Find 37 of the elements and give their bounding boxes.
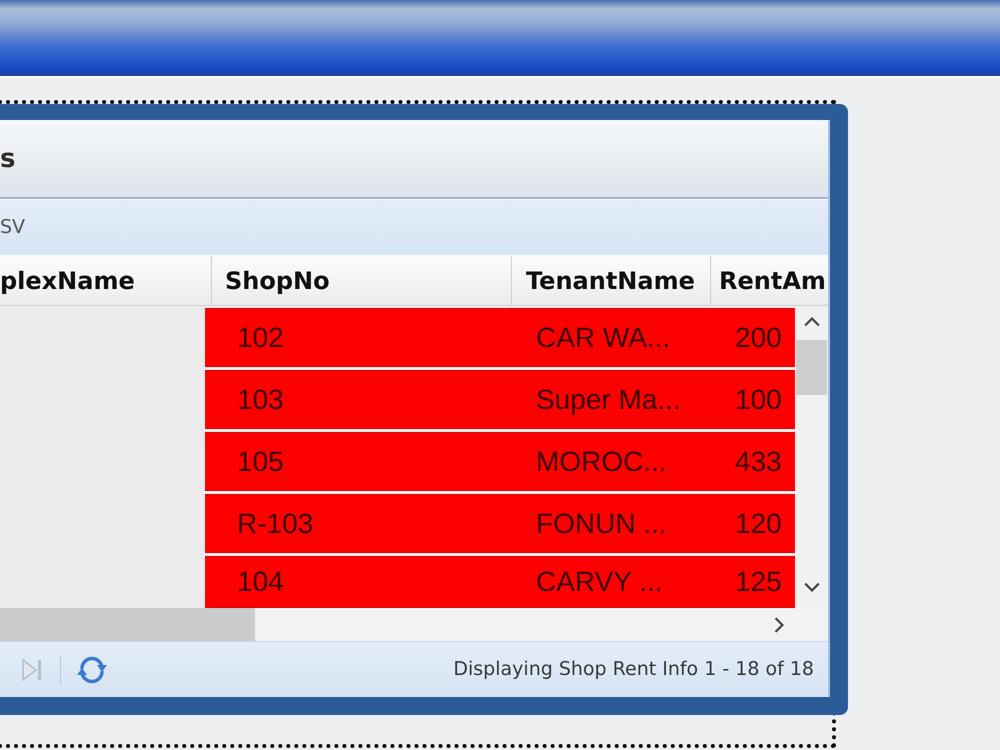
- table-cell-text: CARVY ...: [535, 565, 664, 599]
- column-header[interactable]: ShopNo: [212, 256, 512, 305]
- refresh-button[interactable]: [77, 656, 107, 684]
- table-cell-text: 433: [734, 444, 783, 478]
- column-header[interactable]: TenantName: [512, 256, 711, 305]
- column-header[interactable]: plexName: [0, 256, 212, 305]
- table-cell-text: 105: [236, 444, 285, 478]
- chevron-up-icon[interactable]: [804, 317, 820, 327]
- table-cell-text: 125: [734, 565, 783, 599]
- column-header[interactable]: RentAm: [711, 256, 828, 305]
- panel-title: s: [0, 146, 16, 172]
- table-cell-text: 200: [734, 320, 783, 354]
- last-page-icon: [22, 658, 42, 680]
- table-row[interactable]: 102 CAR WA... 200: [205, 308, 795, 367]
- table-row[interactable]: 103 Super Ma... 100: [205, 370, 795, 429]
- table-cell-text: MOROC...: [535, 444, 668, 478]
- table-cell-text: 100: [734, 382, 783, 416]
- table-cell-text: Super Ma...: [535, 382, 682, 417]
- scrollbar-thumb[interactable]: [796, 340, 827, 395]
- table-cell-text: 104: [236, 565, 285, 599]
- table-row[interactable]: R-103 FONUN ... 120: [205, 494, 795, 553]
- scrollbar-thumb[interactable]: [0, 608, 255, 641]
- vertical-scrollbar[interactable]: [795, 306, 828, 608]
- paging-status: Displaying Shop Rent Info 1 - 18 of 18: [453, 657, 815, 682]
- table-cell-text: 103: [236, 382, 285, 416]
- table-cell-text: 102: [236, 320, 285, 354]
- table-cell-text: CAR WA...: [535, 320, 672, 354]
- toolbar-button[interactable]: SV: [0, 218, 26, 237]
- table-cell-text: R-103: [236, 506, 314, 540]
- table-cell-text: FONUN ...: [535, 506, 668, 540]
- table-cell-text: 120: [734, 506, 783, 540]
- table-row[interactable]: 104 CARVY ... 125: [205, 556, 795, 608]
- table-row[interactable]: 105 MOROC... 433: [205, 432, 795, 491]
- chevron-down-icon[interactable]: [804, 582, 820, 592]
- refresh-icon: [77, 656, 107, 684]
- horizontal-scrollbar[interactable]: [0, 608, 828, 642]
- chevron-right-icon[interactable]: [774, 616, 784, 632]
